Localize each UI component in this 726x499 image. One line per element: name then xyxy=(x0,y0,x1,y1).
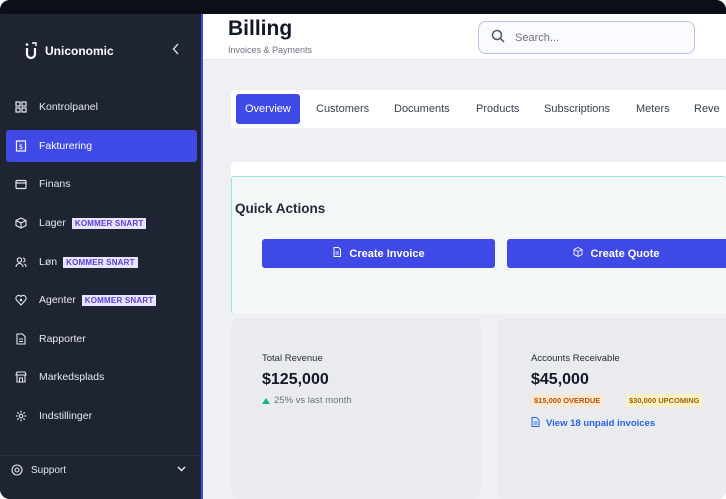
upcoming-badge: $30,000 UPCOMING xyxy=(626,394,703,407)
total-revenue-label: Total Revenue xyxy=(262,353,323,364)
tab-subscriptions[interactable]: Subscriptions xyxy=(535,94,619,124)
accounts-receivable-label: Accounts Receivable xyxy=(531,353,620,364)
sidebar-item-rapporter[interactable]: Rapporter xyxy=(6,323,197,355)
sidebar-item-label: Rapporter xyxy=(39,333,86,345)
uniconomic-logo-icon xyxy=(24,42,38,60)
create-quote-label: Create Quote xyxy=(590,247,660,260)
invoice-icon: $ xyxy=(15,140,27,152)
sidebar-item-label: Lager xyxy=(39,217,66,229)
tab-overview[interactable]: Overview xyxy=(236,94,300,124)
sidebar-item-lager[interactable]: Lager KOMMER SNART xyxy=(6,207,197,239)
revenue-trend: 25% vs last month xyxy=(262,395,352,406)
tab-documents[interactable]: Documents xyxy=(385,94,459,124)
app-window: Uniconomic Kontrolpanel $ Fakturering Fi… xyxy=(0,0,726,499)
quick-actions-title: Quick Actions xyxy=(235,201,326,216)
sidebar-item-label: Agenter xyxy=(39,294,76,306)
page-title: Billing xyxy=(228,17,293,40)
page-header: Billing Invoices & Payments Search... xyxy=(203,14,726,60)
coming-soon-badge: KOMMER SNART xyxy=(63,256,138,268)
app-logo[interactable]: Uniconomic xyxy=(24,42,114,60)
create-invoice-label: Create Invoice xyxy=(349,247,425,260)
support-menu[interactable]: Support xyxy=(11,460,191,480)
window-top-bar xyxy=(0,0,726,14)
page-subtitle: Invoices & Payments xyxy=(228,45,313,55)
sidebar-item-markedsplads[interactable]: Markedsplads xyxy=(6,361,197,393)
dashboard-icon xyxy=(15,101,27,113)
cube-icon xyxy=(573,246,583,260)
create-invoice-button[interactable]: Create Invoice xyxy=(262,239,495,268)
revenue-trend-text: 25% vs last month xyxy=(274,395,352,406)
sidebar-item-label: Finans xyxy=(39,178,71,190)
chevron-down-icon xyxy=(177,464,186,475)
sidebar-item-kontrolpanel[interactable]: Kontrolpanel xyxy=(6,91,197,123)
support-icon xyxy=(11,464,23,476)
main-content: Billing Invoices & Payments Search... Ov… xyxy=(203,14,726,499)
view-unpaid-invoices-label: View 18 unpaid invoices xyxy=(546,418,656,429)
billing-tabs: Overview Customers Documents Products Su… xyxy=(231,90,726,128)
sidebar-item-label: Fakturering xyxy=(39,140,93,152)
store-icon xyxy=(15,371,27,383)
create-quote-button[interactable]: Create Quote xyxy=(507,239,726,268)
support-label: Support xyxy=(31,464,67,476)
view-unpaid-invoices-link[interactable]: View 18 unpaid invoices xyxy=(531,417,655,430)
tab-revenue[interactable]: Reve xyxy=(685,94,726,124)
sidebar-item-label: Indstillinger xyxy=(39,410,93,422)
collapse-sidebar-button[interactable] xyxy=(172,42,180,58)
users-icon xyxy=(15,256,27,268)
sidebar-item-label: Markedsplads xyxy=(39,371,105,383)
sidebar-item-label: Løn xyxy=(39,256,58,268)
search-placeholder: Search... xyxy=(515,31,560,44)
quick-actions-card xyxy=(231,162,726,314)
search-input[interactable]: Search... xyxy=(478,21,695,54)
sidebar-item-label: Kontrolpanel xyxy=(39,101,98,113)
search-icon xyxy=(491,29,505,46)
svg-text:$: $ xyxy=(19,143,23,151)
app-name: Uniconomic xyxy=(45,44,114,58)
tab-customers[interactable]: Customers xyxy=(307,94,378,124)
sidebar-item-lon[interactable]: Løn KOMMER SNART xyxy=(6,246,197,278)
sidebar-divider xyxy=(0,455,201,456)
tab-products[interactable]: Products xyxy=(467,94,528,124)
document-icon xyxy=(332,247,342,260)
total-revenue-card: Total Revenue $125,000 25% vs last month xyxy=(231,318,481,499)
coming-soon-badge: KOMMER SNART xyxy=(81,294,157,306)
sidebar: Uniconomic Kontrolpanel $ Fakturering Fi… xyxy=(0,14,203,499)
sidebar-item-finans[interactable]: Finans xyxy=(6,168,197,200)
total-revenue-value: $125,000 xyxy=(262,371,329,388)
overdue-badge: $15,000 OVERDUE xyxy=(531,394,604,407)
gear-icon xyxy=(15,410,27,422)
tab-meters[interactable]: Meters xyxy=(627,94,679,124)
sidebar-item-indstillinger[interactable]: Indstillinger xyxy=(6,400,197,432)
trend-up-icon xyxy=(262,397,270,404)
coming-soon-badge: KOMMER SNART xyxy=(71,217,147,229)
agent-icon xyxy=(15,294,27,306)
accounts-receivable-card: Accounts Receivable $45,000 $15,000 OVER… xyxy=(498,318,726,499)
document-icon xyxy=(531,417,540,430)
box-icon xyxy=(15,217,27,229)
sidebar-item-fakturering[interactable]: $ Fakturering xyxy=(6,130,197,162)
sidebar-item-agenter[interactable]: Agenter KOMMER SNART xyxy=(6,284,197,316)
accounts-receivable-value: $45,000 xyxy=(531,371,589,388)
report-icon xyxy=(15,333,27,345)
wallet-icon xyxy=(15,178,27,190)
